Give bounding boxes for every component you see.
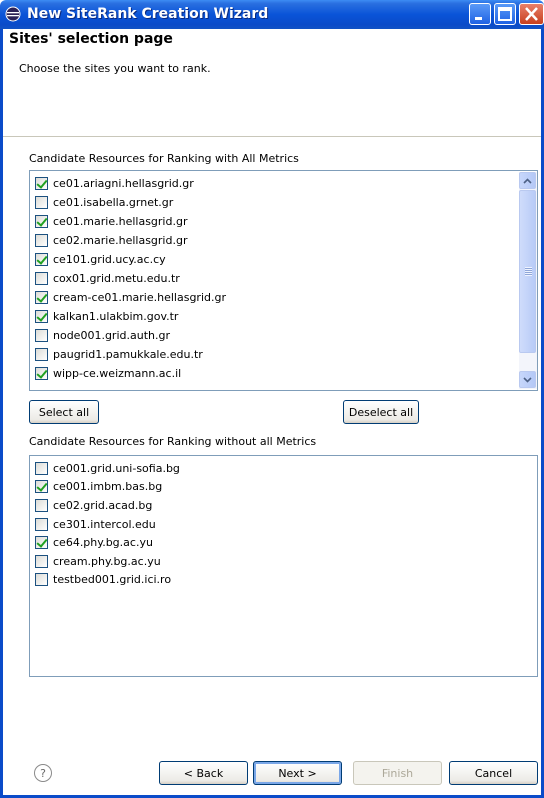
list-item-label: ce02.grid.acad.bg: [53, 498, 153, 512]
list-item[interactable]: wipp-ce.weizmann.ac.il: [35, 364, 226, 383]
list-item[interactable]: kalkan1.ulakbim.gov.tr: [35, 307, 226, 326]
back-button[interactable]: < Back: [159, 761, 248, 785]
list-item-label: ce001.grid.uni-sofia.bg: [53, 461, 180, 475]
list-item[interactable]: ce01.isabella.grnet.gr: [35, 193, 226, 212]
next-button[interactable]: Next >: [253, 761, 342, 785]
scroll-up-button[interactable]: [519, 172, 536, 189]
chevron-down-icon: [523, 376, 532, 383]
window-frame-left: [0, 29, 3, 798]
checkbox-unchecked[interactable]: [35, 272, 48, 285]
list-item-label: ce02.marie.hellasgrid.gr: [53, 234, 188, 247]
list-item-label: node001.grid.auth.gr: [53, 329, 170, 342]
wizard-header: Sites' selection page Choose the sites y…: [0, 29, 544, 137]
list-item-label: ce01.marie.hellasgrid.gr: [53, 215, 188, 228]
checkbox-unchecked[interactable]: [35, 348, 48, 361]
all-metrics-label: Candidate Resources for Ranking with All…: [29, 152, 299, 165]
scroll-thumb[interactable]: [519, 190, 536, 353]
checkbox-checked[interactable]: [35, 367, 48, 380]
list-item[interactable]: ce101.grid.ucy.ac.cy: [35, 250, 226, 269]
close-button[interactable]: [519, 3, 544, 25]
list-item[interactable]: paugrid1.pamukkale.edu.tr: [35, 345, 226, 364]
list-item[interactable]: node001.grid.auth.gr: [35, 326, 226, 345]
list-item-label: ce101.grid.ucy.ac.cy: [53, 253, 166, 266]
list-item[interactable]: ce64.phy.bg.ac.yu: [35, 533, 180, 552]
all-metrics-list[interactable]: ce01.ariagni.hellasgrid.gr ce01.isabella.…: [29, 170, 538, 391]
close-icon: [525, 7, 538, 21]
eclipse-app-icon: [5, 6, 21, 22]
checkbox-checked[interactable]: [35, 480, 48, 494]
list-item[interactable]: ce02.grid.acad.bg: [35, 496, 180, 515]
minimize-button[interactable]: [469, 3, 491, 25]
deselect-all-button[interactable]: Deselect all: [343, 400, 419, 424]
list-item-label: testbed001.grid.ici.ro: [53, 573, 172, 587]
list-item-label: ce64.phy.bg.ac.yu: [53, 536, 153, 550]
list-item-label: wipp-ce.weizmann.ac.il: [53, 367, 182, 380]
checkbox-unchecked[interactable]: [35, 461, 48, 475]
cancel-button[interactable]: Cancel: [449, 761, 538, 785]
list-item[interactable]: cream.phy.bg.ac.yu: [35, 552, 180, 571]
list-item-label: paugrid1.pamukkale.edu.tr: [53, 348, 203, 361]
list-item-label: ce301.intercol.edu: [53, 517, 156, 531]
checkbox-checked[interactable]: [35, 215, 48, 228]
select-all-button[interactable]: Select all: [29, 400, 99, 424]
checkbox-checked[interactable]: [35, 310, 48, 323]
partial-metrics-label: Candidate Resources for Ranking without …: [29, 435, 317, 448]
checkbox-checked[interactable]: [35, 291, 48, 304]
list-item[interactable]: testbed001.grid.ici.ro: [35, 571, 180, 590]
checkbox-checked[interactable]: [35, 253, 48, 266]
minimize-icon: [475, 17, 482, 20]
list-item-label: cox01.grid.metu.edu.tr: [53, 272, 180, 285]
maximize-icon: [498, 7, 512, 21]
checkbox-unchecked[interactable]: [35, 196, 48, 209]
list-item-label: ce01.ariagni.hellasgrid.gr: [53, 177, 194, 190]
list-item-label: ce001.imbm.bas.bg: [53, 480, 163, 494]
checkbox-unchecked[interactable]: [35, 329, 48, 342]
page-description: Choose the sites you want to rank.: [19, 62, 211, 75]
list-item[interactable]: ce001.grid.uni-sofia.bg: [35, 459, 180, 478]
maximize-button[interactable]: [494, 3, 516, 25]
list-item[interactable]: ce001.imbm.bas.bg: [35, 478, 180, 497]
checkbox-unchecked[interactable]: [35, 517, 48, 531]
title-bar[interactable]: New SiteRank Creation Wizard: [0, 0, 544, 29]
checkbox-unchecked[interactable]: [35, 234, 48, 247]
scroll-down-button[interactable]: [519, 371, 536, 388]
window-title: New SiteRank Creation Wizard: [27, 6, 269, 22]
list-item[interactable]: ce01.marie.hellasgrid.gr: [35, 212, 226, 231]
chevron-up-icon: [523, 177, 532, 184]
checkbox-checked[interactable]: [35, 536, 48, 550]
list-item-label: cream.phy.bg.ac.yu: [53, 554, 161, 568]
checkbox-unchecked[interactable]: [35, 498, 48, 512]
list-item[interactable]: ce301.intercol.edu: [35, 515, 180, 534]
page-title: Sites' selection page: [9, 31, 173, 47]
help-icon[interactable]: ?: [34, 764, 52, 782]
list-item-label: cream-ce01.marie.hellasgrid.gr: [53, 291, 226, 304]
list-item-label: ce01.isabella.grnet.gr: [53, 196, 174, 209]
list-item[interactable]: cream-ce01.marie.hellasgrid.gr: [35, 288, 226, 307]
checkbox-checked[interactable]: [35, 177, 48, 190]
vertical-scrollbar[interactable]: [519, 172, 537, 389]
checkbox-unchecked[interactable]: [35, 573, 48, 587]
all-metrics-rows: ce01.ariagni.hellasgrid.gr ce01.isabella.…: [35, 174, 226, 383]
list-item[interactable]: ce01.ariagni.hellasgrid.gr: [35, 174, 226, 193]
finish-button: Finish: [353, 761, 442, 785]
list-item-label: kalkan1.ulakbim.gov.tr: [53, 310, 179, 323]
list-item[interactable]: ce02.marie.hellasgrid.gr: [35, 231, 226, 250]
checkbox-unchecked[interactable]: [35, 554, 48, 568]
partial-metrics-list[interactable]: ce001.grid.uni-sofia.bg ce001.imbm.bas.bg…: [29, 455, 538, 677]
scroll-grip-icon: [525, 267, 532, 276]
list-item[interactable]: cox01.grid.metu.edu.tr: [35, 269, 226, 288]
partial-metrics-rows: ce001.grid.uni-sofia.bg ce001.imbm.bas.bg…: [35, 459, 180, 589]
